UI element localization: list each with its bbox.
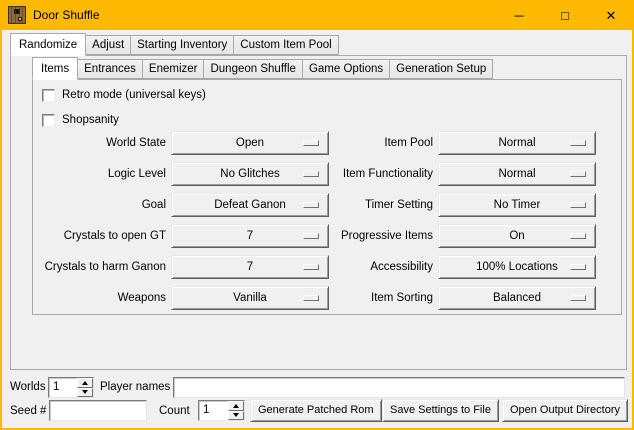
- player-names-label: Player names: [100, 377, 170, 398]
- progressive-items-dropdown[interactable]: On: [438, 224, 596, 248]
- accessibility-label: Accessibility: [305, 261, 433, 273]
- logic-level-row: Logic Level No Glitches: [33, 162, 329, 186]
- tab-entrances[interactable]: Entrances: [77, 59, 143, 79]
- bottom-right-buttons: Save Settings to File Open Output Direct…: [382, 399, 628, 422]
- seed-label: Seed #: [10, 401, 46, 422]
- save-settings-button[interactable]: Save Settings to File: [382, 399, 499, 422]
- tab-adjust[interactable]: Adjust: [85, 35, 131, 55]
- tab-items[interactable]: Items: [32, 57, 78, 80]
- checkbox-label: Retro mode (universal keys): [62, 89, 206, 101]
- world-state-row: World State Open: [33, 131, 329, 155]
- item-pool-row: Item Pool Normal: [305, 131, 596, 155]
- arrow-up-icon: [233, 404, 239, 408]
- item-pool-dropdown[interactable]: Normal: [438, 131, 596, 155]
- window-title: Door Shuffle: [33, 8, 100, 22]
- tab-generation-setup[interactable]: Generation Setup: [389, 59, 493, 79]
- retro-mode-checkbox[interactable]: Retro mode (universal keys): [42, 88, 206, 102]
- goal-label: Goal: [33, 199, 166, 211]
- count-value[interactable]: 1: [199, 401, 228, 420]
- seed-input[interactable]: [49, 400, 147, 421]
- item-sorting-row: Item Sorting Balanced: [305, 286, 596, 310]
- dropdown-indicator-icon: [570, 140, 586, 146]
- item-functionality-dropdown[interactable]: Normal: [438, 162, 596, 186]
- maximize-icon: □: [561, 9, 569, 22]
- sub-tab-bar: Items Entrances Enemizer Dungeon Shuffle…: [32, 56, 492, 79]
- spin-buttons: [77, 378, 93, 397]
- tab-game-options[interactable]: Game Options: [302, 59, 390, 79]
- checkbox-label: Shopsanity: [62, 114, 119, 126]
- worlds-label: Worlds: [10, 377, 46, 398]
- checkbox-icon[interactable]: [42, 89, 55, 102]
- shopsanity-checkbox[interactable]: Shopsanity: [42, 113, 119, 127]
- tab-randomize[interactable]: Randomize: [10, 33, 86, 56]
- dropdown-indicator-icon: [570, 264, 586, 270]
- close-icon: ✕: [606, 9, 617, 22]
- spin-down-button[interactable]: [77, 388, 93, 398]
- spin-up-button[interactable]: [228, 401, 244, 411]
- dropdown-indicator-icon: [570, 202, 586, 208]
- arrow-up-icon: [82, 381, 88, 385]
- close-button[interactable]: ✕: [588, 0, 634, 30]
- timer-setting-dropdown[interactable]: No Timer: [438, 193, 596, 217]
- dropdown-indicator-icon: [570, 171, 586, 177]
- crystals-gt-label: Crystals to open GT: [33, 230, 166, 242]
- main-tab-bar: Randomize Adjust Starting Inventory Cust…: [10, 32, 338, 55]
- spin-down-button[interactable]: [228, 411, 244, 421]
- minimize-icon: ─: [514, 9, 523, 22]
- weapons-label: Weapons: [33, 292, 166, 304]
- open-output-directory-button[interactable]: Open Output Directory: [502, 399, 628, 422]
- item-functionality-label: Item Functionality: [305, 168, 433, 180]
- checkbox-icon[interactable]: [42, 114, 55, 127]
- arrow-down-icon: [233, 413, 239, 417]
- count-spinbox[interactable]: 1: [198, 400, 245, 421]
- maximize-button[interactable]: □: [542, 0, 588, 30]
- accessibility-dropdown[interactable]: 100% Locations: [438, 255, 596, 279]
- spin-buttons: [228, 401, 244, 420]
- worlds-spinbox[interactable]: 1: [48, 377, 94, 398]
- crystals-gt-row: Crystals to open GT 7: [33, 224, 329, 248]
- crystals-ganon-row: Crystals to harm Ganon 7: [33, 255, 329, 279]
- arrow-down-icon: [82, 390, 88, 394]
- app-icon[interactable]: [8, 6, 26, 24]
- tab-custom-item-pool[interactable]: Custom Item Pool: [233, 35, 338, 55]
- item-sorting-label: Item Sorting: [305, 292, 433, 304]
- spin-up-button[interactable]: [77, 378, 93, 388]
- timer-setting-label: Timer Setting: [305, 199, 433, 211]
- minimize-button[interactable]: ─: [496, 0, 542, 30]
- crystals-ganon-label: Crystals to harm Ganon: [33, 261, 166, 273]
- progressive-items-label: Progressive Items: [305, 230, 433, 242]
- goal-row: Goal Defeat Ganon: [33, 193, 329, 217]
- logic-level-label: Logic Level: [33, 168, 166, 180]
- dropdown-indicator-icon: [570, 295, 586, 301]
- items-panel: Retro mode (universal keys) Shopsanity W…: [32, 79, 622, 315]
- app-window: Door Shuffle ─ □ ✕ Randomize Adjust Star…: [0, 0, 634, 430]
- count-label: Count: [159, 401, 190, 422]
- title-bar: Door Shuffle ─ □ ✕: [0, 0, 634, 30]
- weapons-row: Weapons Vanilla: [33, 286, 329, 310]
- caption-buttons: ─ □ ✕: [496, 0, 634, 30]
- tab-starting-inventory[interactable]: Starting Inventory: [130, 35, 234, 55]
- generate-patched-rom-button[interactable]: Generate Patched Rom: [250, 399, 382, 422]
- item-sorting-dropdown[interactable]: Balanced: [438, 286, 596, 310]
- player-names-input[interactable]: [173, 377, 625, 398]
- timer-setting-row: Timer Setting No Timer: [305, 193, 596, 217]
- item-functionality-row: Item Functionality Normal: [305, 162, 596, 186]
- tab-enemizer[interactable]: Enemizer: [142, 59, 205, 79]
- world-state-label: World State: [33, 137, 166, 149]
- worlds-value[interactable]: 1: [49, 378, 77, 397]
- tab-dungeon-shuffle[interactable]: Dungeon Shuffle: [203, 59, 302, 79]
- accessibility-row: Accessibility 100% Locations: [305, 255, 596, 279]
- item-pool-label: Item Pool: [305, 137, 433, 149]
- progressive-items-row: Progressive Items On: [305, 224, 596, 248]
- dropdown-indicator-icon: [570, 233, 586, 239]
